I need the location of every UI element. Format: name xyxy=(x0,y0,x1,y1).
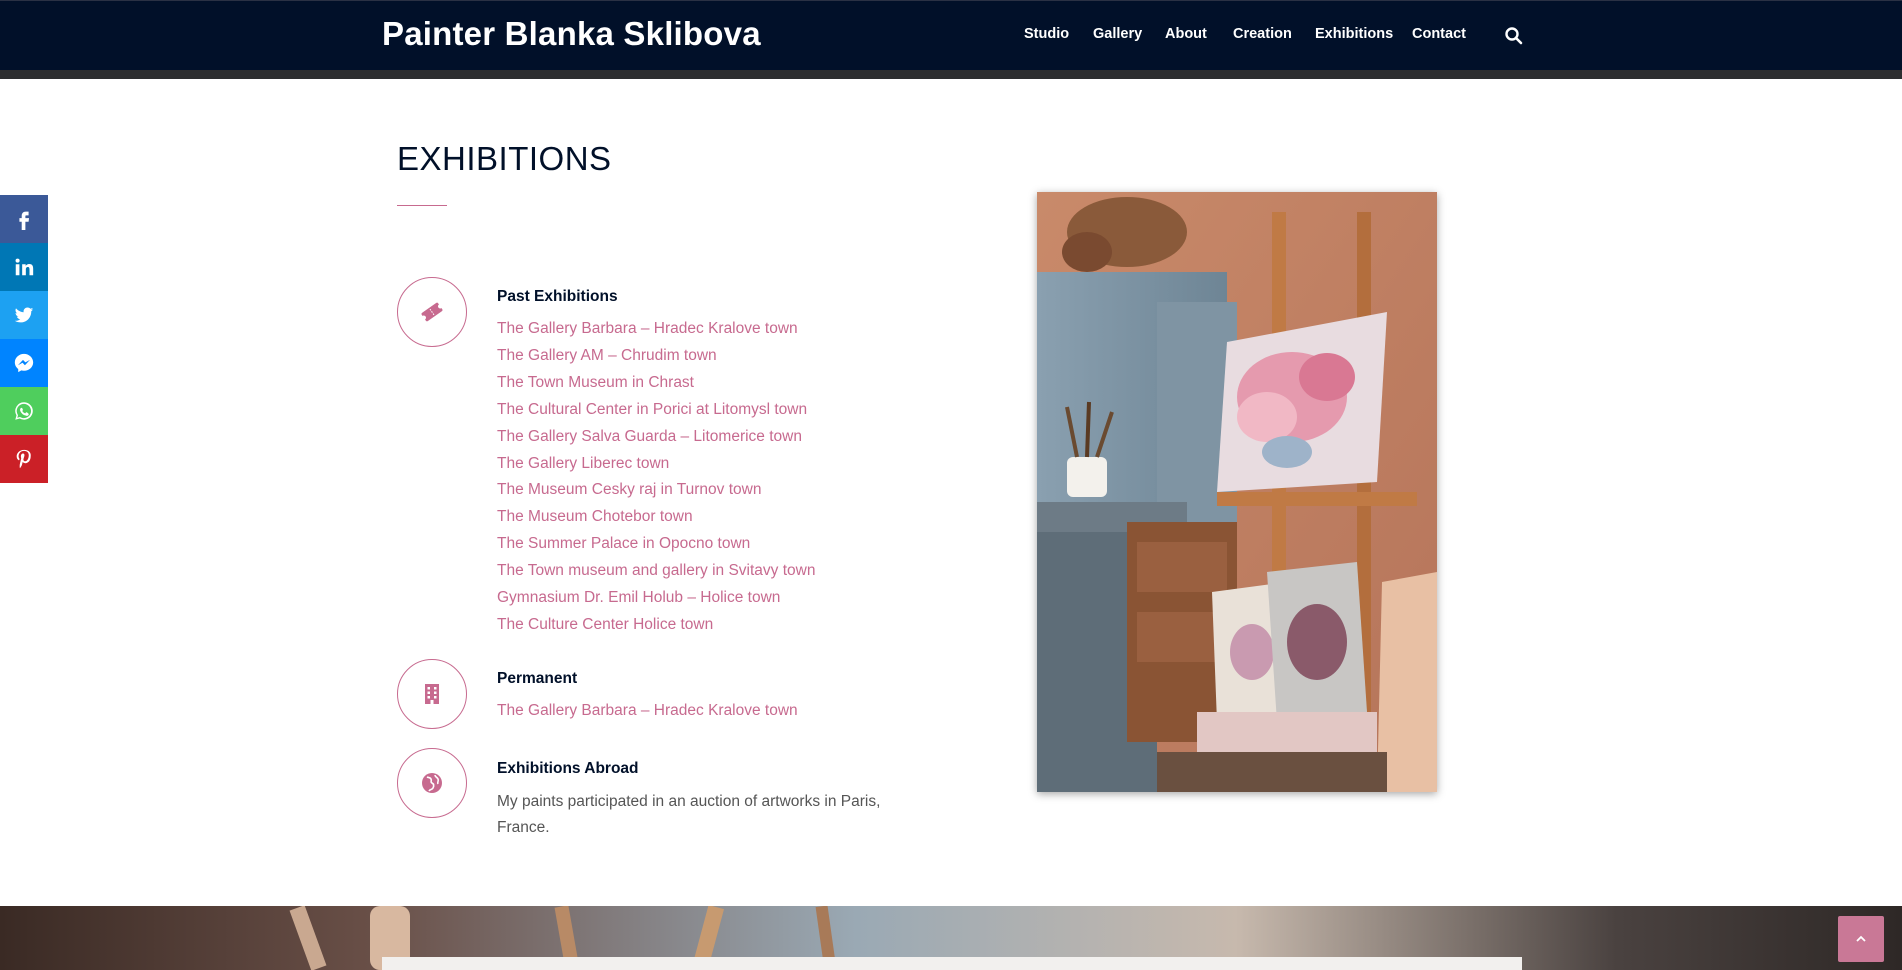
facebook-icon[interactable] xyxy=(0,195,48,243)
linkedin-icon[interactable] xyxy=(0,243,48,291)
globe-icon xyxy=(397,748,467,818)
list-item[interactable]: The Gallery Salva Guarda – Litomerice to… xyxy=(497,424,815,451)
site-header: Painter Blanka Sklibova Studio Gallery A… xyxy=(0,0,1902,70)
abroad-text: My paints participated in an auction of … xyxy=(497,793,881,836)
list-item[interactable]: The Town Museum in Chrast xyxy=(497,370,815,397)
list-item[interactable]: The Cultural Center in Porici at Litomys… xyxy=(497,397,815,424)
nav-creation[interactable]: Creation xyxy=(1233,26,1292,42)
twitter-icon[interactable] xyxy=(0,291,48,339)
list-item[interactable]: The Gallery Liberec town xyxy=(497,451,815,478)
list-item[interactable]: The Summer Palace in Opocno town xyxy=(497,531,815,558)
list-item[interactable]: The Gallery Barbara – Hradec Kralove tow… xyxy=(497,698,798,725)
search-icon[interactable] xyxy=(1504,26,1524,46)
ticket-icon xyxy=(397,277,467,347)
building-icon xyxy=(397,659,467,729)
title-underline xyxy=(397,205,447,206)
abroad-title: Exhibitions Abroad xyxy=(497,760,639,777)
nav-about[interactable]: About xyxy=(1165,26,1207,42)
list-item[interactable]: The Museum Chotebor town xyxy=(497,504,815,531)
back-to-top-button[interactable] xyxy=(1838,916,1884,962)
past-exhibitions-title: Past Exhibitions xyxy=(497,288,618,305)
nav-gallery[interactable]: Gallery xyxy=(1093,26,1142,42)
social-share-bar xyxy=(0,195,48,483)
list-item[interactable]: The Museum Cesky raj in Turnov town xyxy=(497,477,815,504)
content-card xyxy=(382,957,1522,970)
header-strip xyxy=(0,70,1902,79)
messenger-icon[interactable] xyxy=(0,339,48,387)
list-item[interactable]: The Town museum and gallery in Svitavy t… xyxy=(497,558,815,585)
site-brand[interactable]: Painter Blanka Sklibova xyxy=(382,15,761,53)
chevron-up-icon xyxy=(1856,935,1866,942)
page-title: EXHIBITIONS xyxy=(397,140,612,177)
nav-studio[interactable]: Studio xyxy=(1024,26,1069,42)
past-exhibitions-list: The Gallery Barbara – Hradec Kralove tow… xyxy=(497,316,815,639)
pinterest-icon[interactable] xyxy=(0,435,48,483)
studio-photo xyxy=(1037,192,1437,792)
list-item[interactable]: The Gallery AM – Chrudim town xyxy=(497,343,815,370)
list-item[interactable]: The Gallery Barbara – Hradec Kralove tow… xyxy=(497,316,815,343)
nav-contact[interactable]: Contact xyxy=(1412,26,1466,42)
permanent-list: The Gallery Barbara – Hradec Kralove tow… xyxy=(497,698,798,725)
permanent-title: Permanent xyxy=(497,670,578,687)
list-item[interactable]: The Culture Center Holice town xyxy=(497,612,815,639)
nav-exhibitions[interactable]: Exhibitions xyxy=(1315,26,1393,42)
list-item[interactable]: Gymnasium Dr. Emil Holub – Holice town xyxy=(497,585,815,612)
whatsapp-icon[interactable] xyxy=(0,387,48,435)
